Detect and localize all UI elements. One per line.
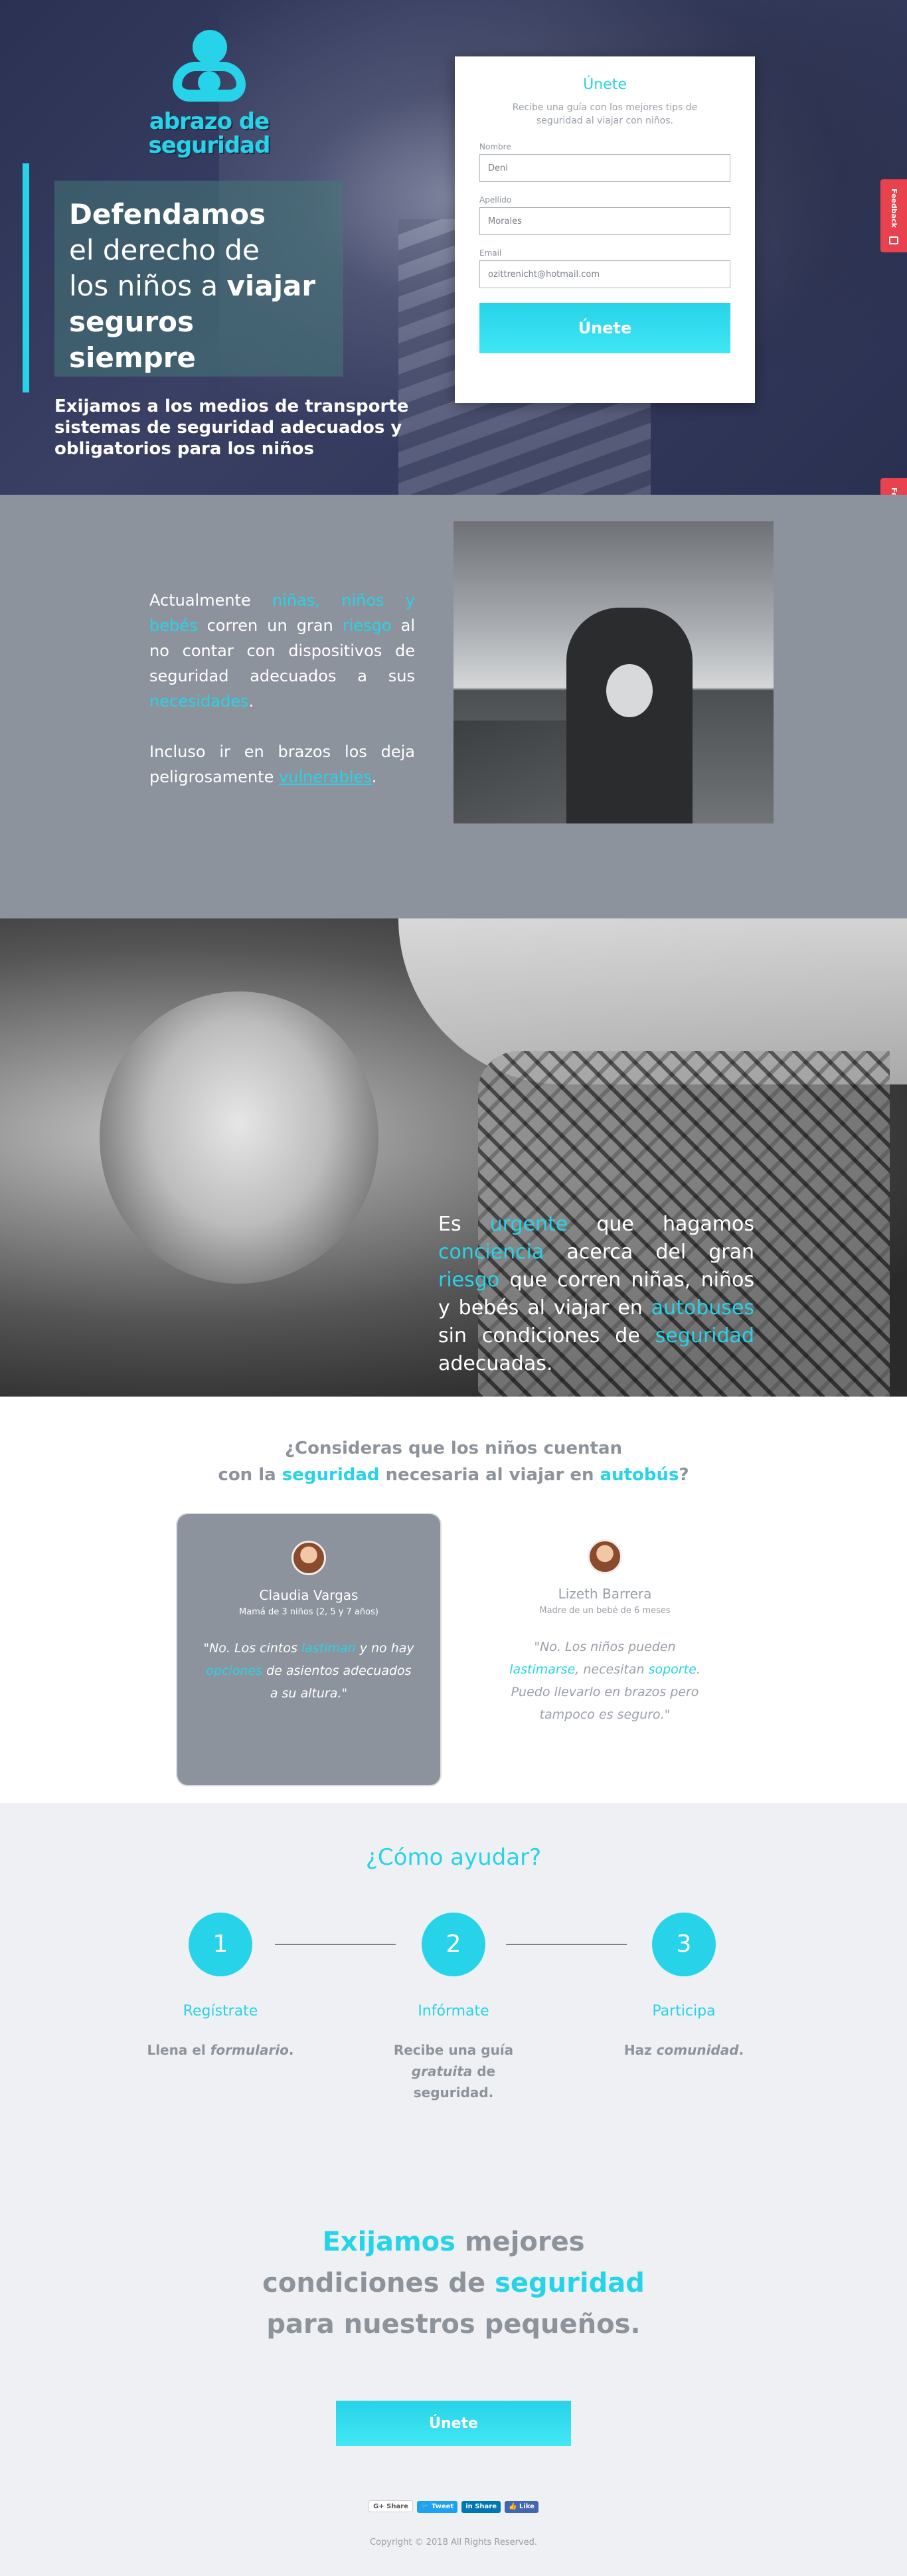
email-label: Email bbox=[479, 248, 502, 258]
testimonials-question: ¿Consideras que los niños cuentan con la… bbox=[218, 1438, 689, 1485]
hero-title-line1: Defendamos bbox=[69, 198, 266, 230]
hero-section: abrazo de seguridad Defendamos el derech… bbox=[0, 0, 907, 495]
name-label: Nombre bbox=[479, 142, 511, 151]
step-title[interactable]: Participa bbox=[604, 2003, 764, 2019]
step-number: 2 bbox=[422, 1913, 485, 1976]
feedback-label: Feedback bbox=[890, 189, 898, 228]
avatar bbox=[291, 1541, 326, 1575]
avatar bbox=[588, 1539, 622, 1574]
step-number: 3 bbox=[652, 1913, 716, 1976]
risk-section: Actualmente niñas, niños y bebés corren … bbox=[0, 495, 907, 918]
vulnerables-link[interactable]: vulnerables bbox=[279, 768, 372, 786]
join-submit-button[interactable]: Únete bbox=[479, 303, 730, 353]
step-participate: 3 Participa Haz comunidad. bbox=[604, 1913, 764, 2061]
hero-title-line2: el derecho de bbox=[69, 234, 260, 266]
step-description: Haz comunidad. bbox=[623, 2042, 744, 2058]
lastname-input[interactable] bbox=[479, 207, 730, 235]
facebook-like-button[interactable]: 👍 Like bbox=[505, 2501, 538, 2513]
how-to-help-section: ¿Cómo ayudar? 1 Regístrate Llena el form… bbox=[0, 1803, 907, 2576]
logo-text-line2: seguridad bbox=[148, 132, 271, 159]
step-register: 1 Regístrate Llena el formulario. bbox=[141, 1913, 300, 2061]
sleeping-baby-photo bbox=[100, 991, 378, 1284]
testimonial-name: Claudia Vargas bbox=[259, 1587, 359, 1603]
logo-hug-icon bbox=[173, 30, 246, 110]
testimonial-quote: "No. Los niños pueden lastimarse, necesi… bbox=[509, 1640, 701, 1722]
testimonial-card: Claudia Vargas Mamá de 3 niños (2, 5 y 7… bbox=[176, 1513, 442, 1786]
how-to-help-title: ¿Cómo ayudar? bbox=[365, 1844, 542, 1871]
linkedin-share-button[interactable]: in Share bbox=[461, 2501, 501, 2513]
form-description: Recibe una guía con los mejores tips de … bbox=[512, 102, 698, 126]
hero-accent-bar bbox=[23, 163, 29, 392]
email-input[interactable] bbox=[479, 260, 730, 288]
feedback-tab[interactable]: Feedback bbox=[880, 179, 907, 252]
form-title: Únete bbox=[583, 76, 627, 93]
testimonial-name: Lizeth Barrera bbox=[558, 1586, 652, 1602]
hero-title-line3-bold: viajar bbox=[226, 270, 316, 302]
google-share-button[interactable]: G+ Share bbox=[369, 2500, 413, 2512]
feedback-icon bbox=[889, 236, 898, 244]
logo-text-line1: abrazo de bbox=[149, 108, 270, 135]
step-title[interactable]: Regístrate bbox=[141, 2003, 300, 2019]
hero-headline-box: Defendamos el derecho de los niños a via… bbox=[54, 181, 343, 377]
risk-paragraph-1: Actualmente niñas, niños y bebés corren … bbox=[149, 591, 415, 711]
cta-headline: Exijamos mejores condiciones de segurida… bbox=[262, 2227, 645, 2340]
testimonial-role: Mamá de 3 niños (2, 5 y 7 años) bbox=[239, 1607, 378, 1617]
testimonials-section: ¿Consideras que los niños cuentan con la… bbox=[0, 1397, 907, 1803]
logo[interactable]: abrazo de seguridad bbox=[129, 30, 289, 157]
mother-baby-photo bbox=[454, 521, 774, 823]
testimonial-quote: "No. Los cintos lastiman y no hay opcion… bbox=[203, 1641, 414, 1701]
sleeping-baby-section: Es urgente que hagamos conciencia acerca… bbox=[0, 918, 907, 1397]
step-title[interactable]: Infórmate bbox=[374, 2003, 533, 2019]
step-description: Llena el formulario. bbox=[147, 2042, 294, 2058]
hero-title-line4: seguros siempre bbox=[69, 305, 196, 374]
risk-paragraph-2: Incluso ir en brazos los deja peligrosam… bbox=[149, 742, 415, 786]
copyright: Copyright © 2018 All Rights Reserved. bbox=[369, 2537, 538, 2547]
awareness-text: Es urgente que hagamos conciencia acerca… bbox=[438, 1213, 754, 1375]
step-inform: 2 Infórmate Recibe una guía gratuita de … bbox=[374, 1913, 533, 2103]
name-input[interactable] bbox=[479, 154, 730, 182]
hero-title: Defendamos el derecho de los niños a via… bbox=[69, 197, 329, 376]
social-share-bar: G+ Share 🐦 Tweet in Share 👍 Like bbox=[0, 2500, 907, 2513]
testimonial-role: Madre de un bebé de 6 meses bbox=[539, 1606, 671, 1616]
step-description: Recibe una guía gratuita de seguridad. bbox=[393, 2042, 514, 2101]
hero-title-line3: los niños a bbox=[69, 270, 227, 302]
twitter-tweet-button[interactable]: 🐦 Tweet bbox=[416, 2501, 458, 2513]
risk-text: Actualmente niñas, niños y bebés corren … bbox=[149, 588, 415, 815]
signup-form: Únete Recibe una guía con los mejores ti… bbox=[455, 56, 755, 403]
testimonial-card: Lizeth Barrera Madre de un bebé de 6 mes… bbox=[472, 1513, 738, 1786]
step-number: 1 bbox=[189, 1913, 252, 1976]
hero-subtitle: Exijamos a los medios de transporte sist… bbox=[54, 396, 409, 459]
join-button[interactable]: Únete bbox=[336, 2401, 571, 2446]
lastname-label: Apellido bbox=[479, 195, 512, 205]
